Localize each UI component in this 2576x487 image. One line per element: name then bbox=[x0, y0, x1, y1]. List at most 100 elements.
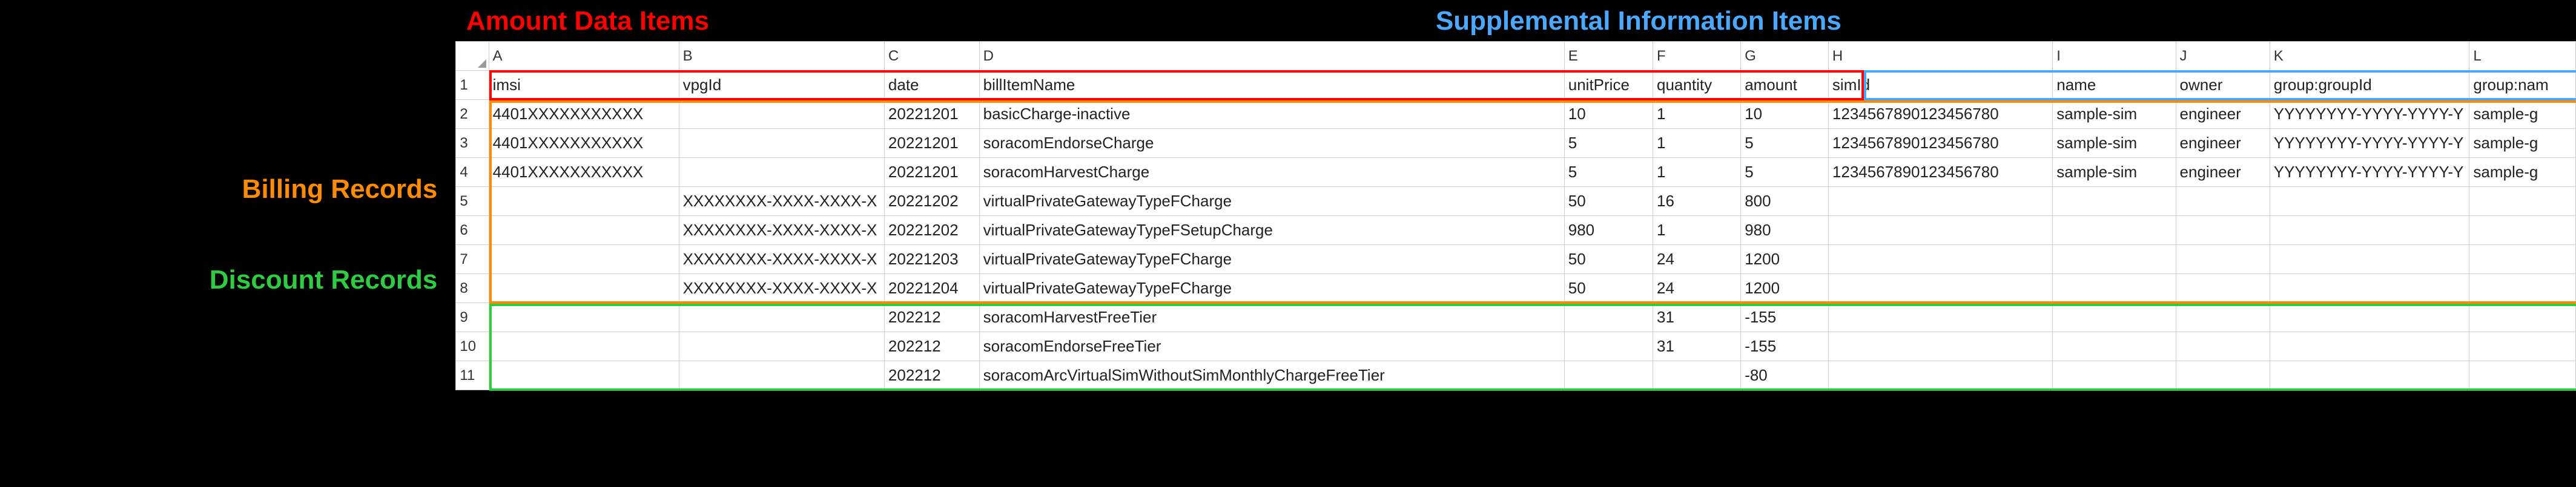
cell-unitprice[interactable] bbox=[1564, 332, 1653, 361]
cell-quantity[interactable]: 1 bbox=[1653, 216, 1741, 245]
cell-billitemname[interactable]: soracomHarvestFreeTier bbox=[979, 303, 1564, 332]
cell-groupid[interactable]: YYYYYYYY-YYYY-YYYY-Y bbox=[2270, 129, 2469, 158]
cell-owner[interactable] bbox=[2176, 187, 2270, 216]
row-num[interactable]: 2 bbox=[456, 100, 489, 129]
row-num[interactable]: 6 bbox=[456, 216, 489, 245]
cell-quantity[interactable]: 31 bbox=[1653, 332, 1741, 361]
row-num[interactable]: 9 bbox=[456, 303, 489, 332]
header-billitemname[interactable]: billItemName bbox=[979, 71, 1564, 100]
cell-imsi[interactable]: 4401XXXXXXXXXXX bbox=[489, 158, 679, 187]
cell-date[interactable]: 202212 bbox=[884, 361, 979, 390]
cell-groupid[interactable] bbox=[2270, 303, 2469, 332]
cell-date[interactable]: 20221204 bbox=[884, 274, 979, 303]
cell-unitprice[interactable]: 50 bbox=[1564, 245, 1653, 274]
cell-unitprice[interactable]: 980 bbox=[1564, 216, 1653, 245]
cell-amount[interactable]: 1200 bbox=[1741, 274, 1829, 303]
cell-imsi[interactable] bbox=[489, 274, 679, 303]
cell-vpgid[interactable]: XXXXXXXX-XXXX-XXXX-X bbox=[679, 216, 884, 245]
col-letter-l[interactable]: L bbox=[2469, 42, 2576, 71]
cell-simid[interactable]: 1234567890123456780 bbox=[1828, 158, 2052, 187]
cell-vpgid[interactable] bbox=[679, 361, 884, 390]
cell-unitprice[interactable]: 10 bbox=[1564, 100, 1653, 129]
cell-groupname[interactable] bbox=[2469, 274, 2576, 303]
cell-name[interactable]: sample-sim bbox=[2053, 129, 2176, 158]
cell-billitemname[interactable]: soracomEndorseCharge bbox=[979, 129, 1564, 158]
cell-groupname[interactable] bbox=[2469, 187, 2576, 216]
cell-date[interactable]: 20221201 bbox=[884, 100, 979, 129]
col-letter-b[interactable]: B bbox=[679, 42, 884, 71]
cell-vpgid[interactable] bbox=[679, 158, 884, 187]
col-letter-k[interactable]: K bbox=[2270, 42, 2469, 71]
header-owner[interactable]: owner bbox=[2176, 71, 2270, 100]
cell-groupname[interactable] bbox=[2469, 303, 2576, 332]
cell-vpgid[interactable] bbox=[679, 303, 884, 332]
header-simid[interactable]: simId bbox=[1828, 71, 2052, 100]
cell-date[interactable]: 20221201 bbox=[884, 158, 979, 187]
cell-unitprice[interactable] bbox=[1564, 303, 1653, 332]
cell-vpgid[interactable]: XXXXXXXX-XXXX-XXXX-X bbox=[679, 187, 884, 216]
cell-date[interactable]: 20221201 bbox=[884, 129, 979, 158]
header-imsi[interactable]: imsi bbox=[489, 71, 679, 100]
cell-groupname[interactable] bbox=[2469, 245, 2576, 274]
cell-date[interactable]: 202212 bbox=[884, 332, 979, 361]
cell-name[interactable] bbox=[2053, 187, 2176, 216]
cell-amount[interactable]: -155 bbox=[1741, 332, 1829, 361]
spreadsheet[interactable]: A B C D E F G H I J K L 1 imsi vpgId dat… bbox=[455, 41, 2576, 390]
cell-date[interactable]: 20221202 bbox=[884, 187, 979, 216]
cell-owner[interactable] bbox=[2176, 216, 2270, 245]
col-letter-e[interactable]: E bbox=[1564, 42, 1653, 71]
cell-billitemname[interactable]: basicCharge-inactive bbox=[979, 100, 1564, 129]
cell-groupid[interactable] bbox=[2270, 332, 2469, 361]
cell-groupname[interactable] bbox=[2469, 332, 2576, 361]
cell-quantity[interactable]: 1 bbox=[1653, 129, 1741, 158]
cell-groupname[interactable]: sample-g bbox=[2469, 158, 2576, 187]
cell-owner[interactable] bbox=[2176, 361, 2270, 390]
cell-imsi[interactable]: 4401XXXXXXXXXXX bbox=[489, 129, 679, 158]
cell-simid[interactable] bbox=[1828, 245, 2052, 274]
cell-billitemname[interactable]: virtualPrivateGatewayTypeFSetupCharge bbox=[979, 216, 1564, 245]
cell-owner[interactable]: engineer bbox=[2176, 100, 2270, 129]
cell-vpgid[interactable]: XXXXXXXX-XXXX-XXXX-X bbox=[679, 245, 884, 274]
cell-groupid[interactable]: YYYYYYYY-YYYY-YYYY-Y bbox=[2270, 100, 2469, 129]
cell-owner[interactable]: engineer bbox=[2176, 158, 2270, 187]
cell-simid[interactable] bbox=[1828, 332, 2052, 361]
header-name[interactable]: name bbox=[2053, 71, 2176, 100]
cell-unitprice[interactable]: 5 bbox=[1564, 158, 1653, 187]
header-vpgid[interactable]: vpgId bbox=[679, 71, 884, 100]
cell-amount[interactable]: 800 bbox=[1741, 187, 1829, 216]
row-num[interactable]: 7 bbox=[456, 245, 489, 274]
cell-unitprice[interactable]: 5 bbox=[1564, 129, 1653, 158]
col-letter-j[interactable]: J bbox=[2176, 42, 2270, 71]
header-quantity[interactable]: quantity bbox=[1653, 71, 1741, 100]
cell-groupid[interactable] bbox=[2270, 245, 2469, 274]
cell-billitemname[interactable]: virtualPrivateGatewayTypeFCharge bbox=[979, 187, 1564, 216]
row-num[interactable]: 5 bbox=[456, 187, 489, 216]
cell-quantity[interactable]: 31 bbox=[1653, 303, 1741, 332]
cell-imsi[interactable] bbox=[489, 187, 679, 216]
cell-simid[interactable] bbox=[1828, 187, 2052, 216]
cell-simid[interactable] bbox=[1828, 303, 2052, 332]
cell-name[interactable]: sample-sim bbox=[2053, 100, 2176, 129]
col-letter-c[interactable]: C bbox=[884, 42, 979, 71]
col-letter-f[interactable]: F bbox=[1653, 42, 1741, 71]
cell-date[interactable]: 20221203 bbox=[884, 245, 979, 274]
header-amount[interactable]: amount bbox=[1741, 71, 1829, 100]
header-groupname[interactable]: group:nam bbox=[2469, 71, 2576, 100]
cell-owner[interactable] bbox=[2176, 332, 2270, 361]
cell-imsi[interactable] bbox=[489, 245, 679, 274]
cell-groupid[interactable] bbox=[2270, 187, 2469, 216]
cell-quantity[interactable]: 1 bbox=[1653, 100, 1741, 129]
cell-groupid[interactable] bbox=[2270, 361, 2469, 390]
cell-billitemname[interactable]: soracomHarvestCharge bbox=[979, 158, 1564, 187]
cell-billitemname[interactable]: virtualPrivateGatewayTypeFCharge bbox=[979, 245, 1564, 274]
cell-name[interactable] bbox=[2053, 274, 2176, 303]
cell-simid[interactable]: 1234567890123456780 bbox=[1828, 129, 2052, 158]
cell-vpgid[interactable] bbox=[679, 129, 884, 158]
col-letter-a[interactable]: A bbox=[489, 42, 679, 71]
cell-quantity[interactable] bbox=[1653, 361, 1741, 390]
cell-name[interactable] bbox=[2053, 303, 2176, 332]
cell-groupname[interactable]: sample-g bbox=[2469, 129, 2576, 158]
row-num[interactable]: 8 bbox=[456, 274, 489, 303]
header-groupid[interactable]: group:groupId bbox=[2270, 71, 2469, 100]
row-num-1[interactable]: 1 bbox=[456, 71, 489, 100]
